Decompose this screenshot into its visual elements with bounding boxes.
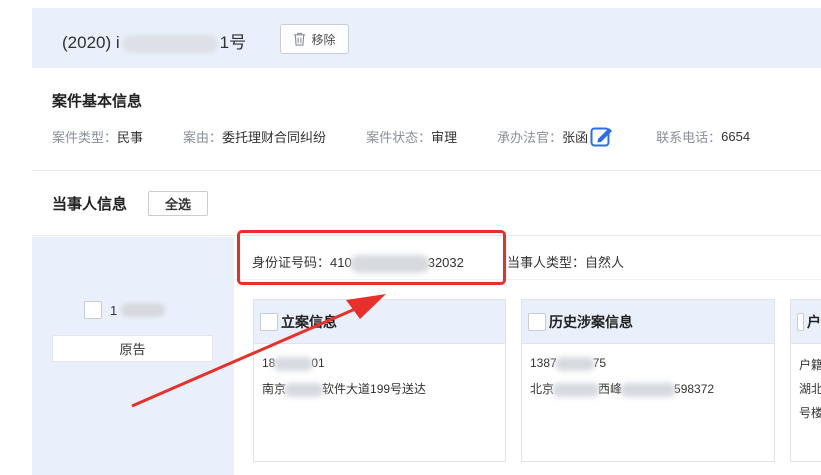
case-header: (2020) i 1号 移除 [32, 8, 821, 68]
phone-value: 6654 [721, 128, 751, 144]
redacted-blur [554, 356, 595, 371]
household-info-checkbox[interactable] [797, 312, 804, 331]
filing-address-suffix: 软件大道199号送达 [322, 382, 427, 396]
judge-value: 张函 [562, 129, 589, 145]
redacted-blur [273, 356, 314, 371]
filing-info-card: 立案信息 18 01 南京 软件大道199号送达 [253, 299, 506, 462]
select-all-button[interactable]: 全选 [148, 191, 208, 216]
history-address-middle: 西峰 [598, 382, 623, 396]
case-title-prefix: (2020) [62, 33, 116, 52]
filing-info-title: 立案信息 [281, 313, 337, 330]
case-basic-info: 案件基本信息 案件类型： 民事 案由： 委托理财合同纠纷 案件状态： 审理 承办… [32, 68, 821, 171]
history-address-prefix: 北京 [530, 382, 555, 396]
case-title-suffix: 1号 [219, 33, 247, 52]
history-address-suffix: 598372 [674, 382, 715, 396]
redacted-blur [620, 382, 677, 397]
redacted-blur [121, 34, 218, 53]
household-info-card: 户 户籍 湖北 号楼 [790, 299, 821, 462]
case-history-card-header[interactable]: 历史涉案信息 [522, 300, 774, 344]
case-status-value: 审理 [431, 129, 458, 145]
case-history-address: 北京 西峰 598372 [530, 380, 714, 397]
edit-icon[interactable] [590, 125, 614, 147]
phone-label: 联系电话： [656, 129, 722, 145]
filing-info-card-header[interactable]: 立案信息 [254, 300, 505, 344]
case-status-label: 案件状态： [366, 129, 432, 145]
cause-label: 案由： [183, 129, 223, 145]
party-info-header: 当事人信息 全选 [32, 172, 821, 236]
case-history-phone: 1387 75 [530, 356, 606, 371]
case-history-title: 历史涉案信息 [549, 313, 633, 330]
filing-phone-suffix: 01 [311, 356, 325, 370]
history-phone-prefix: 1387 [530, 356, 557, 370]
case-title-partial: i [115, 33, 120, 52]
redacted-blur [284, 382, 325, 397]
case-number-title: (2020) i 1号 [62, 28, 246, 53]
redacted-blur [121, 303, 166, 317]
household-line-1: 户籍 [799, 358, 821, 372]
party-item[interactable]: 1 [84, 301, 166, 319]
case-history-checkbox[interactable] [528, 312, 546, 331]
trash-icon [294, 32, 306, 46]
household-line-2: 湖北 [799, 382, 821, 396]
redacted-blur [552, 382, 601, 397]
filing-info-checkbox[interactable] [260, 312, 278, 331]
party-type-label: 当事人类型： [507, 255, 586, 270]
party-checkbox[interactable] [84, 301, 102, 319]
party-info-title: 当事人信息 [52, 196, 128, 213]
party-role-tag: 原告 [52, 335, 213, 362]
remove-button[interactable]: 移除 [280, 24, 349, 54]
party-list: 1 原告 [32, 237, 234, 475]
filing-address-prefix: 南京 [262, 382, 287, 396]
filing-info-phone: 18 01 [262, 356, 325, 371]
case-type-value: 民事 [117, 129, 144, 145]
filing-info-address: 南京 软件大道199号送达 [262, 380, 426, 397]
basic-info-fields: 案件类型： 民事 案由： 委托理财合同纠纷 案件状态： 审理 承办法官： 张函 … [52, 125, 750, 147]
household-info-title: 户 [807, 313, 821, 330]
case-history-card: 历史涉案信息 1387 75 北京 西峰 598372 [521, 299, 775, 462]
basic-info-title: 案件基本信息 [52, 93, 143, 110]
party-name: 1 [110, 302, 118, 318]
highlight-box [237, 230, 506, 285]
household-info-card-header[interactable]: 户 [791, 300, 821, 344]
remove-button-label: 移除 [311, 32, 336, 47]
history-phone-suffix: 75 [592, 356, 607, 370]
judge-label: 承办法官： [497, 129, 563, 145]
case-type-label: 案件类型： [52, 129, 118, 145]
cause-value: 委托理财合同纠纷 [222, 129, 327, 145]
party-type-value: 自然人 [585, 255, 625, 270]
party-type: 当事人类型：自然人 [507, 252, 624, 271]
household-line-3: 号楼 [799, 406, 821, 420]
